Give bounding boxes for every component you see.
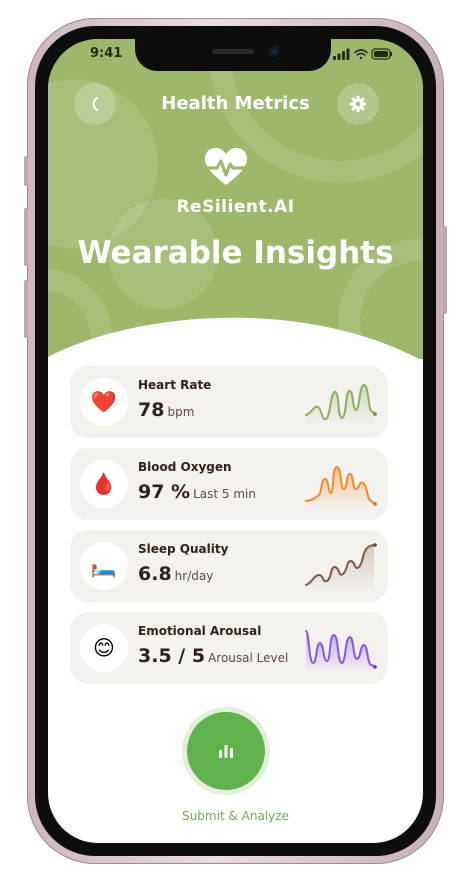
metric-unit: Last 5 min — [193, 487, 256, 501]
metric-value: 6.8 — [138, 563, 172, 585]
metric-label: Sleep Quality — [138, 542, 229, 556]
metric-card-heart-rate[interactable]: ❤️ Heart Rate 78 bpm — [70, 366, 388, 438]
silent-switch — [24, 156, 28, 186]
phone-bezel: 9:41 Health Metrics ReSilient.AI Wearabl… — [35, 26, 436, 856]
brand-name: ReSilient.AI — [176, 197, 295, 217]
status-icons — [333, 48, 393, 60]
settings-button[interactable] — [337, 83, 379, 125]
sleep-quality-sparkline — [305, 543, 377, 591]
phone-frame: 9:41 Health Metrics ReSilient.AI Wearabl… — [24, 18, 447, 864]
metric-value: 97 % — [138, 481, 191, 503]
submit-analyze-button[interactable] — [187, 712, 265, 790]
gear-icon — [349, 95, 367, 113]
metric-value-line: 3.5 / 5 Arousal Level — [138, 645, 288, 667]
metric-value-line: 97 % Last 5 min — [138, 481, 256, 503]
metric-value: 3.5 / 5 — [138, 645, 206, 667]
signal-icon — [333, 48, 350, 60]
blood-oxygen-sparkline — [305, 465, 377, 509]
submit-analyze-label[interactable]: Submit & Analyze — [48, 809, 423, 823]
volume-up-button — [24, 208, 28, 266]
power-button — [443, 226, 447, 314]
metric-value-line: 78 bpm — [138, 399, 194, 421]
metric-value-line: 6.8 hr/day — [138, 563, 213, 585]
volume-down-button — [24, 280, 28, 338]
speaker-grille — [212, 49, 254, 54]
heart-rate-sparkline — [305, 383, 377, 427]
metric-card-blood-oxygen[interactable]: 🩸 Blood Oxygen 97 % Last 5 min — [70, 448, 388, 520]
heart-pulse-icon — [205, 148, 247, 185]
blood-drop-icon: 🩸 — [80, 460, 128, 508]
app-screen: 9:41 Health Metrics ReSilient.AI Wearabl… — [48, 39, 423, 843]
metric-label: Heart Rate — [138, 378, 212, 392]
emotional-arousal-sparkline — [305, 630, 377, 673]
smiling-face-icon: 😊 — [80, 624, 128, 672]
heart-icon: ❤️ — [80, 378, 128, 426]
metric-unit: bpm — [167, 405, 195, 419]
metric-label: Blood Oxygen — [138, 460, 232, 474]
battery-icon — [371, 48, 393, 60]
status-time: 9:41 — [90, 46, 123, 61]
notch — [135, 39, 331, 71]
metric-unit: hr/day — [174, 569, 214, 583]
metric-label: Emotional Arousal — [138, 624, 262, 638]
bar-chart-icon — [219, 745, 233, 758]
metric-unit: Arousal Level — [208, 651, 289, 665]
metric-card-sleep-quality[interactable]: 🛏️ Sleep Quality 6.8 hr/day — [70, 530, 388, 602]
wifi-icon — [354, 49, 368, 60]
front-camera — [269, 46, 280, 57]
hero-title: Wearable Insights — [77, 235, 394, 271]
metric-card-emotional-arousal[interactable]: 😊 Emotional Arousal 3.5 / 5 Arousal Level — [70, 612, 388, 684]
metric-value: 78 — [138, 399, 165, 421]
bed-icon: 🛏️ — [80, 542, 128, 590]
